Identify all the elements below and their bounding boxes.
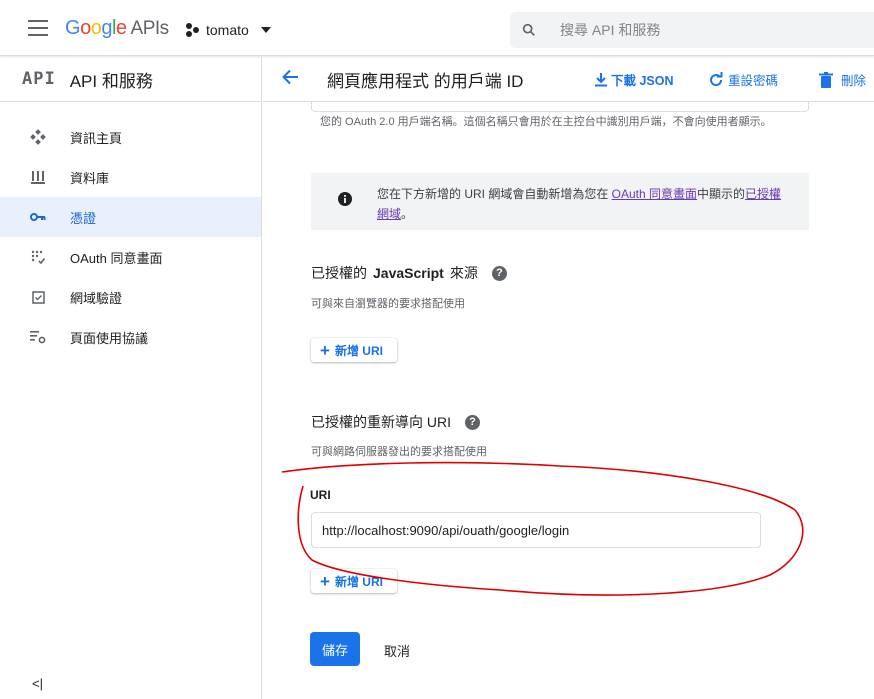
sidebar-item-label: 網域驗證: [70, 290, 123, 306]
google-wordmark: Google: [65, 17, 127, 39]
client-name-help-text: 您的 OAuth 2.0 用戶端名稱。這個名稱只會用於在主控台中識別用戶端，不會…: [320, 116, 772, 128]
sidebar-item-credentials[interactable]: 憑證: [0, 197, 261, 237]
js-origins-subtitle: 可與來自瀏覽器的要求搭配使用: [311, 298, 465, 310]
js-origins-title: 已授權的 JavaScript 來源 ?: [311, 263, 507, 283]
plus-icon: +: [320, 340, 330, 360]
delete-button[interactable]: 刪除: [819, 70, 866, 89]
dashboard-icon: [30, 129, 46, 145]
sidebar-header: API API 和服務: [0, 57, 261, 102]
client-name-input[interactable]: [311, 102, 809, 112]
consent-icon: [30, 250, 46, 264]
info-banner: 您在下方新增的 URI 網域會自動新增為您在 OAuth 同意畫面中顯示的已授權…: [311, 173, 809, 230]
download-json-label: 下載 JSON: [611, 74, 674, 88]
download-json-button[interactable]: 下載 JSON: [595, 70, 674, 89]
hamburger-menu-icon[interactable]: [28, 20, 48, 36]
search-icon[interactable]: [510, 22, 548, 38]
redirect-uris-title: 已授權的重新導向 URI ?: [311, 412, 480, 432]
search-bar[interactable]: [510, 12, 874, 48]
back-arrow-icon[interactable]: [281, 69, 301, 90]
save-button[interactable]: 儲存: [310, 632, 360, 666]
reset-secret-button[interactable]: 重設密碼: [708, 70, 778, 89]
reset-secret-label: 重設密碼: [728, 74, 779, 88]
collapse-sidebar-button[interactable]: <|: [32, 676, 43, 691]
google-apis-logo[interactable]: Google APIs: [65, 17, 169, 40]
project-name: tomato: [206, 22, 249, 38]
project-icon: [184, 22, 200, 38]
delete-label: 刪除: [841, 74, 867, 88]
api-logo-icon: API: [22, 69, 56, 89]
sidebar-item-page-usage-agreement[interactable]: 頁面使用協議: [0, 317, 261, 357]
project-selector[interactable]: tomato: [184, 18, 271, 42]
help-icon[interactable]: ?: [491, 265, 507, 281]
add-uri-label: 新增 URI: [334, 574, 383, 589]
redirect-uris-subtitle: 可與網路伺服器發出的要求搭配使用: [311, 446, 487, 458]
redirect-uris-title-text: 已授權的重新導向 URI: [311, 414, 451, 430]
sidebar-item-label: 資料庫: [70, 170, 110, 186]
js-origins-title-bold: JavaScript: [373, 265, 444, 281]
uri-field-label: URI: [310, 488, 331, 502]
sidebar-nav: 資訊主頁 資料庫 憑證 OAuth 同意畫面 網域驗證 頁面使用協議: [0, 117, 261, 357]
info-text: 您在下方新增的 URI 網域會自動新增為您在 OAuth 同意畫面中顯示的已授權…: [377, 184, 789, 224]
add-uri-label: 新增 URI: [334, 343, 383, 358]
sidebar: API API 和服務 資訊主頁 資料庫 憑證 OAuth 同意畫面 網域驗證 …: [0, 57, 262, 699]
redirect-uri-input[interactable]: [311, 512, 761, 548]
cancel-button[interactable]: 取消: [384, 641, 410, 660]
trash-icon: [819, 71, 833, 88]
oauth-consent-link[interactable]: OAuth 同意畫面: [612, 187, 697, 201]
library-icon: [30, 170, 46, 184]
add-origin-uri-button[interactable]: + 新增 URI: [311, 338, 397, 362]
sidebar-item-dashboard[interactable]: 資訊主頁: [0, 117, 261, 157]
sidebar-item-domain-verification[interactable]: 網域驗證: [0, 277, 261, 317]
info-icon: [338, 192, 352, 211]
top-bar: Google APIs tomato: [0, 0, 874, 56]
page-title: 網頁應用程式 的用戶端 ID: [327, 71, 524, 91]
apis-wordmark: APIs: [130, 18, 170, 39]
sidebar-item-oauth-consent[interactable]: OAuth 同意畫面: [0, 237, 261, 277]
js-origins-title-suffix: 來源: [449, 265, 478, 281]
sidebar-item-label: 資訊主頁: [70, 130, 123, 146]
help-icon[interactable]: ?: [465, 414, 480, 430]
domain-check-icon: [30, 290, 46, 304]
key-icon: [30, 212, 46, 222]
add-redirect-uri-button[interactable]: + 新增 URI: [311, 569, 397, 593]
sidebar-item-label: 頁面使用協議: [70, 330, 149, 346]
info-text-prefix: 您在下方新增的 URI 網域會自動新增為您在: [377, 187, 612, 201]
page-header: 網頁應用程式 的用戶端 ID 下載 JSON 重設密碼 刪除: [263, 57, 874, 102]
main-content: 您的 OAuth 2.0 用戶端名稱。這個名稱只會用於在主控台中識別用戶端，不會…: [263, 102, 874, 699]
sidebar-item-library[interactable]: 資料庫: [0, 157, 261, 197]
search-input[interactable]: [560, 22, 860, 38]
settings-list-icon: [30, 330, 46, 344]
plus-icon: +: [320, 571, 330, 591]
refresh-icon: [710, 71, 723, 86]
sidebar-title: API 和服務: [69, 71, 153, 91]
chevron-down-icon: [260, 27, 271, 33]
js-origins-title-prefix: 已授權的: [311, 265, 367, 281]
info-text-middle: 中顯示的: [697, 187, 746, 201]
download-icon: [595, 72, 607, 86]
sidebar-item-label: 憑證: [70, 210, 97, 226]
sidebar-item-label: OAuth 同意畫面: [70, 250, 163, 266]
info-text-suffix: 。: [401, 207, 414, 221]
